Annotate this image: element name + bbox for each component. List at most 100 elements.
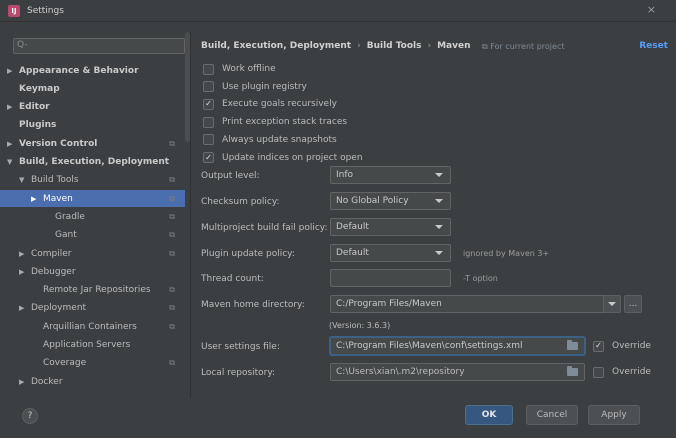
checkbox-execute-goals-recursively[interactable]: ✓ Execute goals recursively bbox=[203, 97, 337, 111]
chevron-right-icon[interactable]: ▶ bbox=[7, 140, 19, 148]
sidebar-item-coverage[interactable]: Coverage ⧉ bbox=[0, 355, 185, 372]
maven-home-select[interactable]: C:/Program Files/Maven bbox=[330, 295, 621, 313]
chevron-down-icon[interactable]: ▼ bbox=[19, 176, 31, 184]
sidebar-item-deployment[interactable]: ▶ Deployment ⧉ bbox=[0, 300, 185, 317]
close-icon[interactable]: × bbox=[647, 3, 656, 16]
breadcrumb-build-tools: Build Tools bbox=[366, 41, 422, 51]
maven-home-dropdown-button[interactable] bbox=[603, 295, 621, 313]
sidebar-item-maven[interactable]: ▶ Maven ⧉ bbox=[0, 190, 185, 208]
maven-home-browse-button[interactable]: ... bbox=[624, 295, 642, 313]
sidebar-item-arquillian-containers[interactable]: Arquillian Containers ⧉ bbox=[0, 318, 185, 335]
breadcrumb: Build, Execution, Deployment › Build Tools… bbox=[201, 41, 471, 51]
checkbox-label: Print exception stack traces bbox=[222, 117, 348, 128]
sidebar-item-keymap[interactable]: Keymap bbox=[0, 80, 185, 97]
title-bar: IJ Settings × bbox=[0, 0, 676, 22]
cancel-button[interactable]: Cancel bbox=[526, 405, 578, 425]
checkbox[interactable] bbox=[203, 116, 214, 128]
checkbox[interactable] bbox=[203, 81, 214, 93]
checkbox-label: Execute goals recursively bbox=[222, 99, 337, 110]
folder-icon[interactable] bbox=[567, 366, 578, 376]
sidebar-item-docker[interactable]: ▶ Docker bbox=[0, 373, 185, 390]
checkbox[interactable] bbox=[593, 366, 604, 378]
project-scope-icon: ⧉ bbox=[169, 175, 175, 185]
chevron-right-icon[interactable]: ▶ bbox=[19, 268, 31, 276]
chevron-right-icon[interactable]: ▶ bbox=[7, 67, 19, 75]
sidebar-item-label: Keymap bbox=[19, 83, 60, 94]
checksum-policy-select[interactable]: No Global Policy bbox=[330, 192, 451, 210]
help-button[interactable]: ? bbox=[22, 408, 38, 424]
plugin-update-policy-select[interactable]: Default bbox=[330, 244, 451, 262]
sidebar-item-label: Deployment bbox=[31, 303, 87, 314]
chevron-right-icon[interactable]: ▶ bbox=[7, 103, 19, 111]
sidebar-item-gant[interactable]: Gant ⧉ bbox=[0, 227, 185, 244]
reset-link[interactable]: Reset bbox=[639, 41, 668, 51]
folder-icon[interactable] bbox=[567, 340, 578, 350]
output-level-select[interactable]: Info bbox=[330, 166, 451, 184]
sidebar-item-label: Arquillian Containers bbox=[43, 321, 137, 332]
sidebar-item-remote-jar-repositories[interactable]: Remote Jar Repositories ⧉ bbox=[0, 282, 185, 299]
ok-button[interactable]: OK bbox=[465, 405, 513, 425]
checkbox-print-exception-stack-traces[interactable]: Print exception stack traces bbox=[203, 115, 347, 129]
chevron-right-icon[interactable]: ▶ bbox=[19, 378, 31, 386]
sidebar-item-build-tools[interactable]: ▼ Build Tools ⧉ bbox=[0, 172, 185, 189]
project-scope-icon: ⧉ bbox=[169, 138, 175, 148]
apply-button[interactable]: Apply bbox=[588, 405, 640, 425]
chevron-right-icon[interactable]: ▶ bbox=[19, 304, 31, 312]
sidebar-item-label: Version Control bbox=[19, 138, 98, 149]
checkbox[interactable]: ✓ bbox=[593, 340, 604, 352]
project-scope-icon: ⧉ bbox=[169, 303, 175, 313]
thread-count-input[interactable] bbox=[330, 269, 451, 287]
chevron-down-icon bbox=[435, 251, 443, 255]
project-scope-icon: ⧉ bbox=[169, 285, 175, 295]
project-scope-icon: ⧉ bbox=[169, 248, 175, 258]
sidebar-item-compiler[interactable]: ▶ Compiler ⧉ bbox=[0, 245, 185, 262]
checkbox-use-plugin-registry[interactable]: Use plugin registry bbox=[203, 80, 307, 94]
sidebar-item-gradle[interactable]: Gradle ⧉ bbox=[0, 208, 185, 225]
user-settings-input[interactable]: C:\Program Files\Maven\conf\settings.xml bbox=[330, 337, 585, 355]
for-current-project: ⧉ For current project bbox=[482, 42, 565, 51]
sidebar-item-label: Editor bbox=[19, 102, 50, 113]
sidebar-item-label: Docker bbox=[31, 376, 63, 387]
checksum-policy-label: Checksum policy: bbox=[201, 197, 280, 207]
user-settings-label: User settings file: bbox=[201, 342, 280, 352]
sidebar-item-build-execution-deployment[interactable]: ▼ Build, Execution, Deployment bbox=[0, 154, 185, 171]
checkbox[interactable]: ✓ bbox=[203, 152, 214, 163]
checkbox-label: Use plugin registry bbox=[222, 81, 307, 92]
sidebar-item-label: Gant bbox=[55, 230, 77, 241]
checkbox-always-update-snapshots[interactable]: Always update snapshots bbox=[203, 133, 337, 147]
search-icon: Q- bbox=[17, 40, 28, 50]
sidebar-item-appearance-behavior[interactable]: ▶ Appearance & Behavior bbox=[0, 62, 185, 79]
local-repository-input[interactable]: C:\Users\xian\.m2\repository bbox=[330, 363, 585, 381]
sidebar-item-label: Compiler bbox=[31, 248, 72, 259]
plugin-update-hint: ignored by Maven 3+ bbox=[463, 249, 550, 258]
window-title: Settings bbox=[27, 5, 64, 16]
checkbox-work-offline[interactable]: Work offline bbox=[203, 62, 276, 76]
chevron-right-icon[interactable]: ▶ bbox=[31, 195, 43, 203]
sidebar-item-editor[interactable]: ▶ Editor bbox=[0, 99, 185, 116]
local-repository-label: Local repository: bbox=[201, 368, 276, 378]
local-repository-override[interactable]: Override bbox=[593, 365, 651, 379]
sidebar-scrollbar[interactable] bbox=[185, 32, 190, 142]
project-scope-icon: ⧉ bbox=[169, 358, 175, 368]
sidebar-item-debugger[interactable]: ▶ Debugger bbox=[0, 263, 185, 280]
maven-settings-panel: Build, Execution, Deployment › Build Tools… bbox=[192, 32, 676, 398]
sidebar-item-label: Appearance & Behavior bbox=[19, 65, 139, 76]
checkbox[interactable] bbox=[203, 134, 214, 146]
sidebar-item-label: Remote Jar Repositories bbox=[43, 285, 151, 296]
multiproject-policy-select[interactable]: Default bbox=[330, 218, 451, 236]
search-input[interactable]: Q- bbox=[13, 38, 185, 54]
checkbox-label: Update indices on project open bbox=[222, 152, 363, 163]
chevron-down-icon[interactable]: ▼ bbox=[7, 158, 19, 166]
sidebar-item-application-servers[interactable]: Application Servers bbox=[0, 337, 185, 354]
chevron-right-icon[interactable]: ▶ bbox=[19, 250, 31, 258]
sidebar-item-label: Build, Execution, Deployment bbox=[19, 157, 170, 167]
project-scope-icon: ⧉ bbox=[169, 193, 175, 203]
app-icon: IJ bbox=[8, 4, 20, 17]
sidebar-item-version-control[interactable]: ▶ Version Control ⧉ bbox=[0, 135, 185, 152]
sidebar-item-plugins[interactable]: Plugins bbox=[0, 117, 185, 134]
checkbox-update-indices-on-project-open[interactable]: ✓ Update indices on project open bbox=[203, 151, 363, 165]
sidebar-item-label: Maven bbox=[43, 193, 73, 204]
checkbox[interactable] bbox=[203, 63, 214, 75]
checkbox[interactable]: ✓ bbox=[203, 98, 214, 110]
user-settings-override[interactable]: ✓ Override bbox=[593, 339, 651, 353]
